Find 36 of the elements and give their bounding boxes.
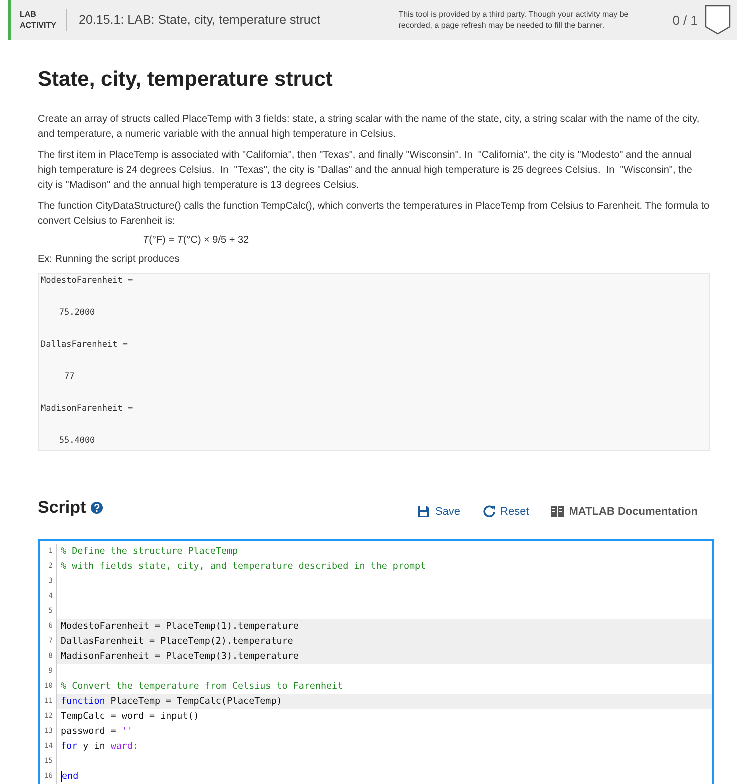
completion-badge-icon: [705, 5, 731, 35]
output-value: 75.2000: [58, 308, 96, 318]
documentation-link[interactable]: MATLAB Documentation: [549, 503, 700, 520]
instruction-paragraph: The first item in PlaceTemp is associated with "California", then "Texas", and finally "Wisconsin". In "California", the city is "Modesto" and the annual high temperature is 24 degrees Celsius. In "Texas", the city is "Dallas" and the annual high temperature is 25 degrees Celsius. In "Wisconsin", the city is "Madison" and the annual high temperature is 13 degrees Celsius.: [38, 149, 694, 193]
instruction-paragraph: The function CityDataStructure() calls the function TempCalc(), which converts the temperatures in PlaceTemp from Celsius to Farenheit. The formula to convert Celsius to Farenheit is:: [38, 200, 710, 229]
banner-notice: This tool is provided by a third party. Though your activity may be recorded, a page refresh may be needed to fill the banner.: [398, 9, 630, 31]
code-line: DallasFarenheit = PlaceTemp(2).temperature: [60, 636, 294, 647]
code-editor[interactable]: [38, 539, 714, 784]
output-variable: DallasFarenheit =: [41, 340, 129, 350]
code-line: % Convert the temperature from Celsius to Farenheit: [60, 681, 344, 692]
code-line: ModestoFarenheit = PlaceTemp(1).temperature: [60, 621, 299, 632]
instruction-paragraph: Create an array of structs called PlaceTemp with 3 fields: state, a string scalar with the name of the state, city, a string scalar with the name of the city, and temperature, a numeric variable with the annual high temperature in Celsius.: [38, 113, 701, 142]
reload-icon: [482, 505, 496, 518]
output-variable: ModestoFarenheit =: [41, 276, 134, 286]
activity-title: 20.15.1: LAB: State, city, temperature struct: [79, 13, 322, 27]
code-line: function PlaceTemp = TempCalc(PlaceTemp): [60, 696, 282, 707]
activity-type-label: LAB ACTIVITY: [11, 9, 67, 31]
code-line: % with fields state, city, and temperature described in the prompt: [60, 561, 426, 572]
reset-button[interactable]: Reset: [480, 503, 532, 520]
code-line: password = '': [60, 726, 133, 737]
code-line: MadisonFarenheit = PlaceTemp(3).temperature: [60, 651, 299, 662]
code-line: TempCalc = word = input(): [60, 711, 200, 722]
output-value: 77: [63, 372, 76, 382]
code-line: % Define the structure PlaceTemp: [60, 546, 238, 557]
help-icon[interactable]: [91, 502, 104, 514]
script-heading: Script: [38, 498, 86, 518]
output-variable: MadisonFarenheit =: [41, 404, 134, 414]
book-icon: [551, 506, 564, 517]
code-line: end: [60, 771, 79, 782]
save-button[interactable]: Save: [415, 503, 463, 520]
output-value: 55.4000: [58, 436, 96, 446]
instruction-paragraph: Ex: Running the script produces: [38, 253, 181, 267]
score-text: 0 / 1: [672, 12, 698, 28]
page-heading: State, city, temperature struct: [38, 68, 334, 92]
code-line: for y in ward:: [60, 741, 138, 752]
formula-text: T(°F) = T(°C) × 9/5 + 32: [143, 235, 250, 246]
